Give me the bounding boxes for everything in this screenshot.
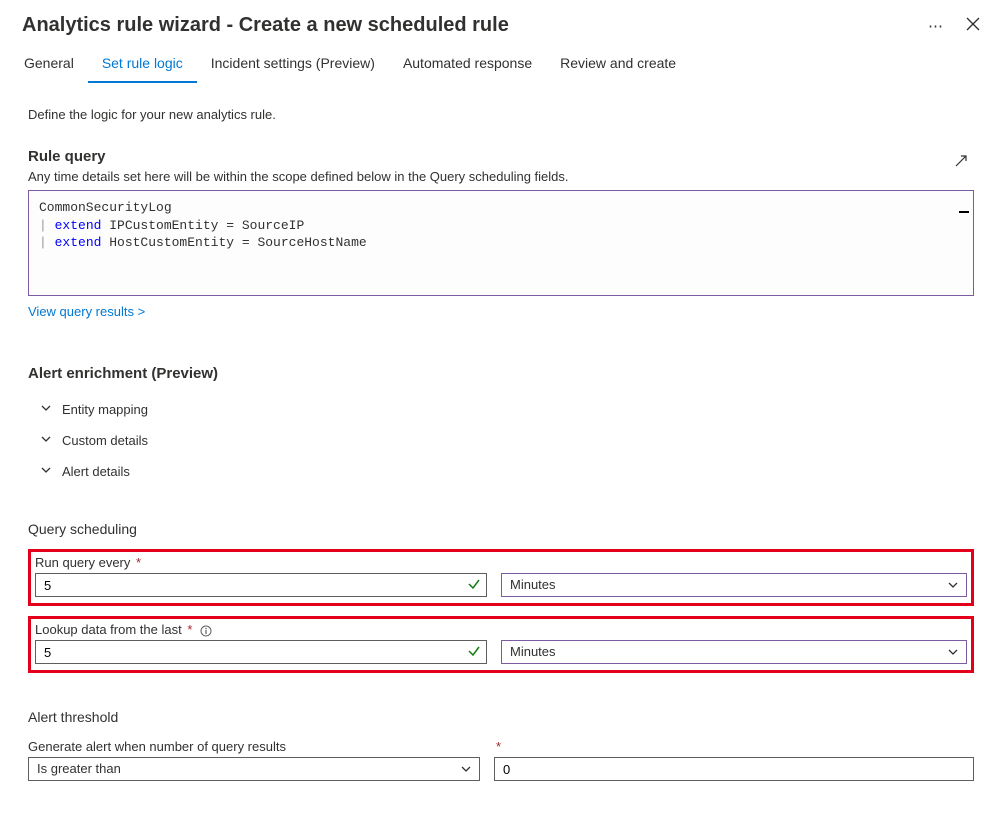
lookup-data-input-wrap <box>35 640 487 664</box>
alert-threshold-heading: Alert threshold <box>28 709 974 725</box>
accordion-label: Entity mapping <box>62 402 148 417</box>
rule-query-subdesc: Any time details set here will be within… <box>28 169 954 184</box>
check-icon <box>467 644 481 661</box>
accordion-custom-details[interactable]: Custom details <box>40 425 974 456</box>
alert-threshold-row: Generate alert when number of query resu… <box>28 739 974 781</box>
tab-review-and-create[interactable]: Review and create <box>546 45 690 83</box>
accordion-alert-details[interactable]: Alert details <box>40 456 974 487</box>
tab-general[interactable]: General <box>10 45 88 83</box>
lookup-data-group: Lookup data from the last * Minutes <box>28 616 974 673</box>
accordion-label: Custom details <box>62 433 148 448</box>
info-icon[interactable] <box>200 625 212 637</box>
threshold-operator-select[interactable]: Is greater than <box>28 757 480 781</box>
generate-alert-label: Generate alert when number of query resu… <box>28 739 480 754</box>
header-actions: ⋯ <box>928 17 980 35</box>
chevron-down-icon <box>40 402 52 417</box>
code-line: | extend HostCustomEntity = SourceHostNa… <box>39 234 963 252</box>
page-title: Analytics rule wizard - Create a new sch… <box>22 14 509 37</box>
lookup-data-input[interactable] <box>35 640 487 664</box>
query-scheduling-heading: Query scheduling <box>28 521 974 537</box>
lookup-data-label: Lookup data from the last * <box>35 622 967 637</box>
run-query-every-input-wrap <box>35 573 487 597</box>
tab-bar: General Set rule logic Incident settings… <box>0 45 1002 83</box>
threshold-value-input[interactable] <box>494 757 974 781</box>
accordion-list: Entity mapping Custom details Alert deta… <box>28 394 974 487</box>
page-header: Analytics rule wizard - Create a new sch… <box>0 0 1002 45</box>
rule-query-heading: Rule query <box>28 148 954 165</box>
run-query-every-group: Run query every * Minutes <box>28 549 974 606</box>
accordion-label: Alert details <box>62 464 130 479</box>
tab-incident-settings[interactable]: Incident settings (Preview) <box>197 45 389 83</box>
accordion-entity-mapping[interactable]: Entity mapping <box>40 394 974 425</box>
threshold-value-label: * <box>494 739 974 754</box>
alert-enrichment-heading: Alert enrichment (Preview) <box>28 365 974 382</box>
lookup-data-unit-select[interactable]: Minutes <box>501 640 967 664</box>
editor-gutter-mark <box>959 211 969 213</box>
select-value: Minutes <box>501 640 967 664</box>
chevron-down-icon <box>40 433 52 448</box>
run-query-every-label: Run query every * <box>35 555 967 570</box>
query-editor[interactable]: CommonSecurityLog | extend IPCustomEntit… <box>28 190 974 296</box>
chevron-down-icon <box>947 579 959 594</box>
chevron-down-icon <box>947 646 959 661</box>
expand-icon[interactable] <box>954 154 974 171</box>
run-query-every-input[interactable] <box>35 573 487 597</box>
chevron-down-icon <box>460 763 472 778</box>
view-query-results-link[interactable]: View query results > <box>28 304 145 319</box>
code-line: | extend IPCustomEntity = SourceIP <box>39 217 963 235</box>
more-icon[interactable]: ⋯ <box>928 17 944 35</box>
select-value: Minutes <box>501 573 967 597</box>
chevron-down-icon <box>40 464 52 479</box>
page-description: Define the logic for your new analytics … <box>28 107 974 122</box>
close-icon[interactable] <box>966 17 980 34</box>
tab-automated-response[interactable]: Automated response <box>389 45 546 83</box>
run-query-every-unit-select[interactable]: Minutes <box>501 573 967 597</box>
code-line: CommonSecurityLog <box>39 199 963 217</box>
tab-set-rule-logic[interactable]: Set rule logic <box>88 45 197 83</box>
select-value: Is greater than <box>37 761 121 776</box>
check-icon <box>467 577 481 594</box>
